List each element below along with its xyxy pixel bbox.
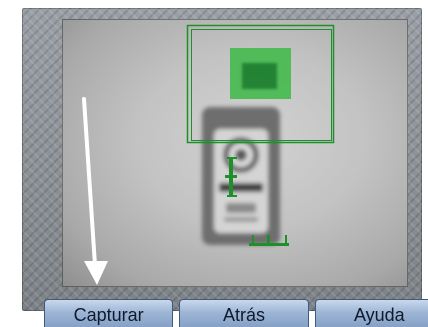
back-button[interactable]: Atrás <box>179 299 309 327</box>
blurred-test-card <box>202 107 280 245</box>
camera-action-bar: Capturar Atrás Ayuda <box>44 299 428 327</box>
camera-scene <box>82 24 335 285</box>
help-button[interactable]: Ayuda <box>314 299 428 327</box>
target-window <box>230 48 291 99</box>
capture-button[interactable]: Capturar <box>44 299 174 327</box>
camera-viewport <box>62 19 408 287</box>
camera-device-frame: Capturar Atrás Ayuda <box>22 8 428 327</box>
arrow-down-icon <box>82 97 108 285</box>
